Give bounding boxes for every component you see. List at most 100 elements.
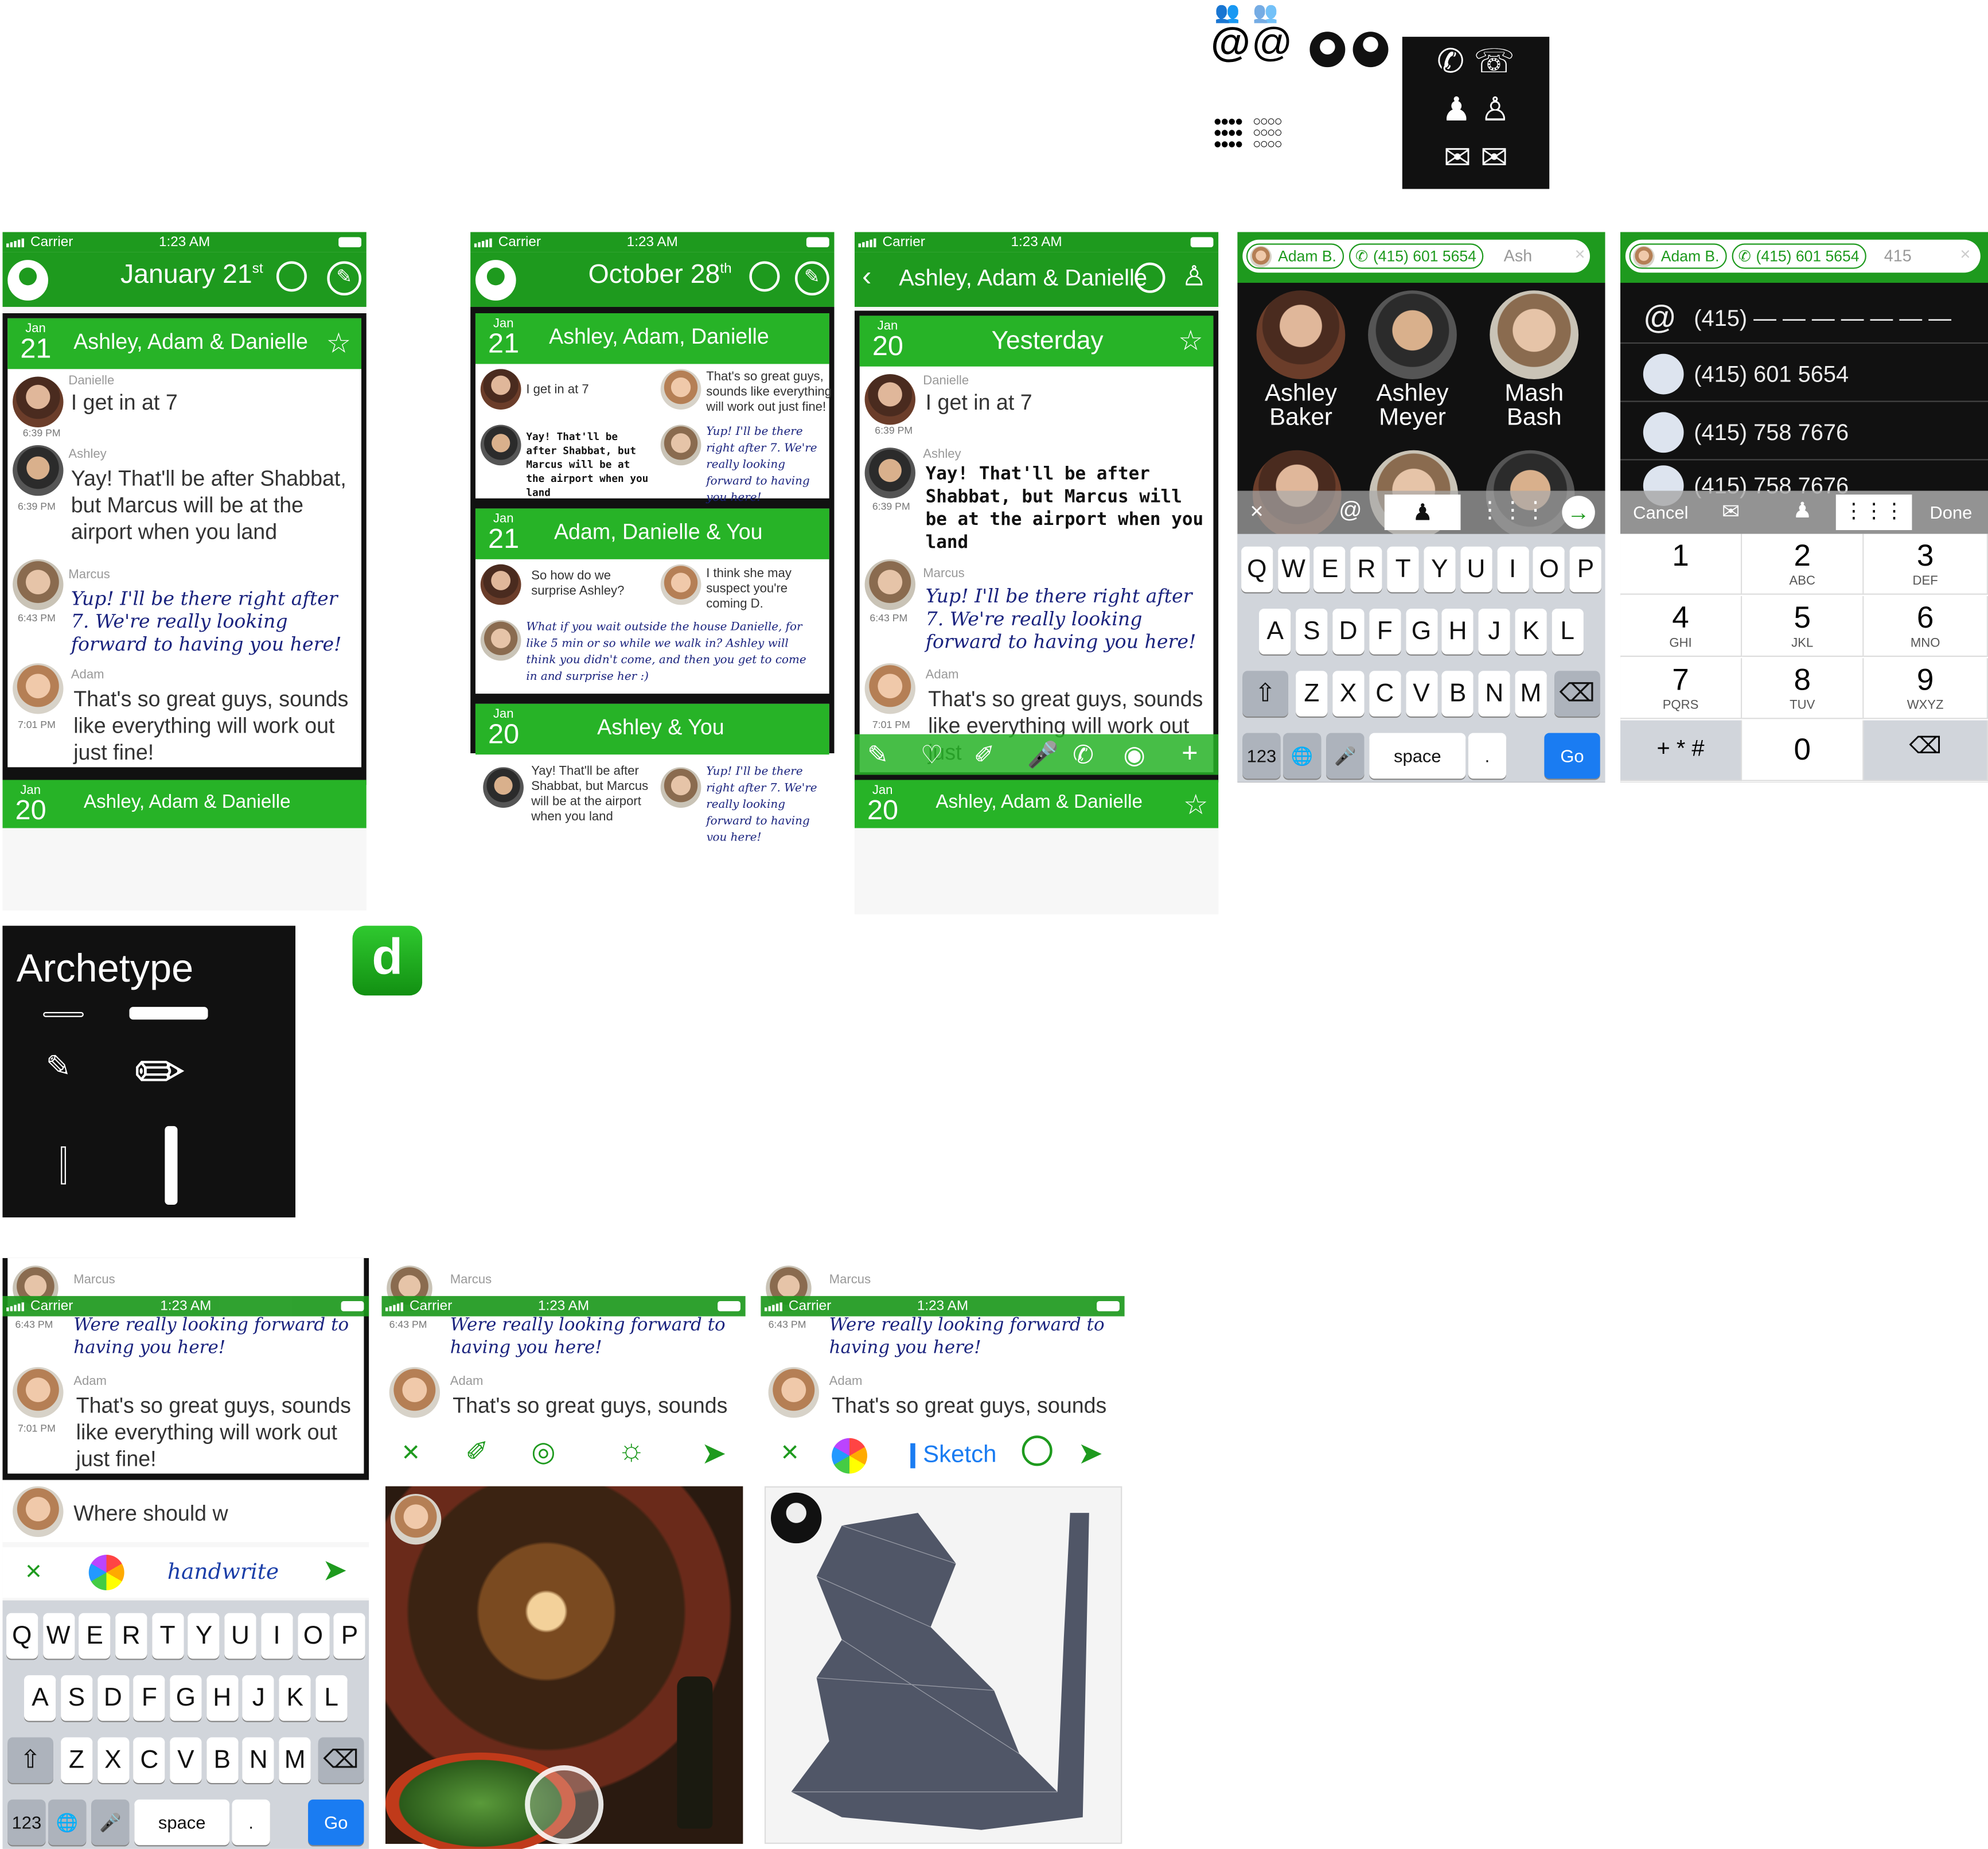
key-q[interactable]: Q: [1241, 546, 1273, 593]
suggestion-row[interactable]: @ (415) — — — — — — —: [1620, 290, 1988, 344]
contact-tab[interactable]: ♟: [1384, 495, 1461, 530]
profile-button[interactable]: [7, 260, 48, 301]
key-f[interactable]: F: [133, 1675, 165, 1721]
key-u[interactable]: U: [1460, 546, 1492, 593]
suggestion-row[interactable]: (415) 758 7676: [1620, 404, 1988, 461]
search-icon[interactable]: [1135, 262, 1165, 293]
key-g[interactable]: G: [170, 1675, 202, 1721]
close-icon[interactable]: ×: [25, 1555, 41, 1587]
thread-card[interactable]: Jan 20 Ashley & You Yay! That'll be afte…: [475, 703, 829, 841]
period-key[interactable]: .: [232, 1799, 270, 1846]
space-key[interactable]: space: [134, 1799, 230, 1846]
brush-icon[interactable]: ✐: [974, 739, 995, 771]
key-p[interactable]: P: [1569, 546, 1602, 593]
dial-key[interactable]: 7 PQRS: [1620, 658, 1743, 719]
keypad-tab[interactable]: ⋮⋮⋮: [1835, 495, 1912, 530]
shutter-button[interactable]: [525, 1765, 604, 1844]
dial-key[interactable]: 2 ABC: [1742, 534, 1864, 595]
key-x[interactable]: X: [1332, 671, 1365, 717]
recipient-field[interactable]: Adam B. ✆ (415) 601 5654 Ash ×: [1242, 239, 1590, 273]
numbers-key[interactable]: 123: [7, 1799, 46, 1846]
next-card-header[interactable]: Jan 20 Ashley, Adam & Danielle ☆: [854, 780, 1219, 828]
key-k[interactable]: K: [279, 1675, 311, 1721]
key-b[interactable]: B: [206, 1737, 238, 1783]
contact-item[interactable]: Ashley Meyer: [1362, 290, 1463, 430]
key-x[interactable]: X: [97, 1737, 129, 1783]
contact-item[interactable]: Mash Bash: [1483, 290, 1585, 430]
arrow-right-icon[interactable]: →: [1562, 496, 1595, 529]
compose-icon[interactable]: ✎: [794, 261, 829, 296]
globe-icon[interactable]: 🌐: [48, 1799, 87, 1846]
thread-card[interactable]: Jan 21 Ashley, Adam, Danielle I get in a…: [475, 313, 832, 505]
timer-icon[interactable]: [1022, 1435, 1053, 1466]
dial-key[interactable]: 5 JKL: [1742, 595, 1864, 657]
key-c[interactable]: C: [133, 1737, 165, 1783]
shift-key[interactable]: ⇧: [1242, 671, 1288, 717]
compose-icon[interactable]: ✎: [327, 261, 361, 296]
search-icon[interactable]: [749, 261, 780, 292]
microphone-icon[interactable]: 🎤: [91, 1799, 130, 1846]
key-t[interactable]: T: [151, 1613, 184, 1659]
heart-icon[interactable]: ♡: [921, 739, 944, 771]
key-k[interactable]: K: [1515, 609, 1547, 655]
keypad-icon[interactable]: ⋮⋮⋮: [1478, 497, 1546, 524]
key-f[interactable]: F: [1369, 609, 1401, 655]
recipient-chip[interactable]: Adam B.: [1246, 243, 1344, 269]
done-button[interactable]: Done: [1929, 502, 1972, 522]
send-icon[interactable]: ➤: [1078, 1435, 1103, 1472]
key-t[interactable]: T: [1387, 546, 1419, 593]
send-icon[interactable]: ➤: [322, 1552, 347, 1589]
key-y[interactable]: Y: [1424, 546, 1456, 593]
recipient-chip[interactable]: Adam B.: [1629, 243, 1727, 269]
dial-key-symbols[interactable]: + * #: [1620, 720, 1743, 781]
back-chevron-icon[interactable]: ‹: [862, 260, 871, 293]
key-v[interactable]: V: [1405, 671, 1437, 717]
next-card-header[interactable]: Jan 20 Ashley, Adam & Danielle: [2, 780, 367, 828]
globe-icon[interactable]: 🌐: [1283, 733, 1322, 779]
contact-icon[interactable]: ♟: [1793, 499, 1812, 524]
period-key[interactable]: .: [1468, 733, 1507, 779]
key-q[interactable]: Q: [6, 1613, 38, 1659]
key-m[interactable]: M: [1515, 671, 1547, 717]
key-z[interactable]: Z: [60, 1737, 93, 1783]
dial-key[interactable]: 8 TUV: [1742, 658, 1864, 719]
microphone-icon[interactable]: 🎤: [1326, 733, 1365, 779]
brightness-icon[interactable]: ☼: [618, 1433, 646, 1469]
key-a[interactable]: A: [24, 1675, 56, 1721]
key-d[interactable]: D: [97, 1675, 129, 1721]
backspace-key[interactable]: ⌫: [318, 1737, 364, 1783]
thread-card[interactable]: Jan 21 Adam, Danielle & You So how do we…: [475, 508, 829, 694]
recipient-field[interactable]: Adam B. ✆ (415) 601 5654 415 ×: [1625, 239, 1981, 273]
key-y[interactable]: Y: [188, 1613, 220, 1659]
contact-item[interactable]: Ashley Baker: [1250, 290, 1352, 430]
key-a[interactable]: A: [1259, 609, 1291, 655]
key-i[interactable]: I: [1496, 546, 1529, 593]
eye-icon[interactable]: ◎: [531, 1435, 555, 1468]
plus-icon[interactable]: +: [1182, 737, 1198, 769]
star-icon[interactable]: ☆: [1178, 325, 1203, 357]
photos-icon[interactable]: [832, 1438, 867, 1474]
space-key[interactable]: space: [1369, 733, 1466, 779]
key-p[interactable]: P: [333, 1613, 366, 1659]
numbers-key[interactable]: 123: [1242, 733, 1281, 779]
key-e[interactable]: E: [79, 1613, 111, 1659]
search-icon[interactable]: [276, 261, 307, 292]
mail-icon[interactable]: ✉: [1722, 500, 1740, 525]
key-n[interactable]: N: [1478, 671, 1510, 717]
key-r[interactable]: R: [115, 1613, 147, 1659]
key-j[interactable]: J: [1478, 609, 1510, 655]
star-icon[interactable]: ☆: [326, 327, 352, 360]
dial-key[interactable]: 1: [1620, 534, 1743, 595]
profile-button[interactable]: [475, 260, 516, 301]
key-z[interactable]: Z: [1296, 671, 1328, 717]
at-icon[interactable]: @: [1339, 497, 1362, 524]
recipient-chip[interactable]: ✆ (415) 601 5654: [1348, 243, 1484, 269]
go-key[interactable]: Go: [1544, 733, 1600, 779]
key-m[interactable]: M: [279, 1737, 311, 1783]
delete-key[interactable]: ⌫: [1864, 720, 1988, 781]
handwrite-button[interactable]: handwrite: [167, 1560, 279, 1585]
microphone-icon[interactable]: 🎤: [1027, 739, 1059, 771]
dial-key[interactable]: 4 GHI: [1620, 595, 1743, 657]
sketch-canvas[interactable]: [764, 1486, 1122, 1844]
thread-card[interactable]: Jan 21 Ashley, Adam & Danielle ☆ Daniell…: [7, 318, 361, 768]
